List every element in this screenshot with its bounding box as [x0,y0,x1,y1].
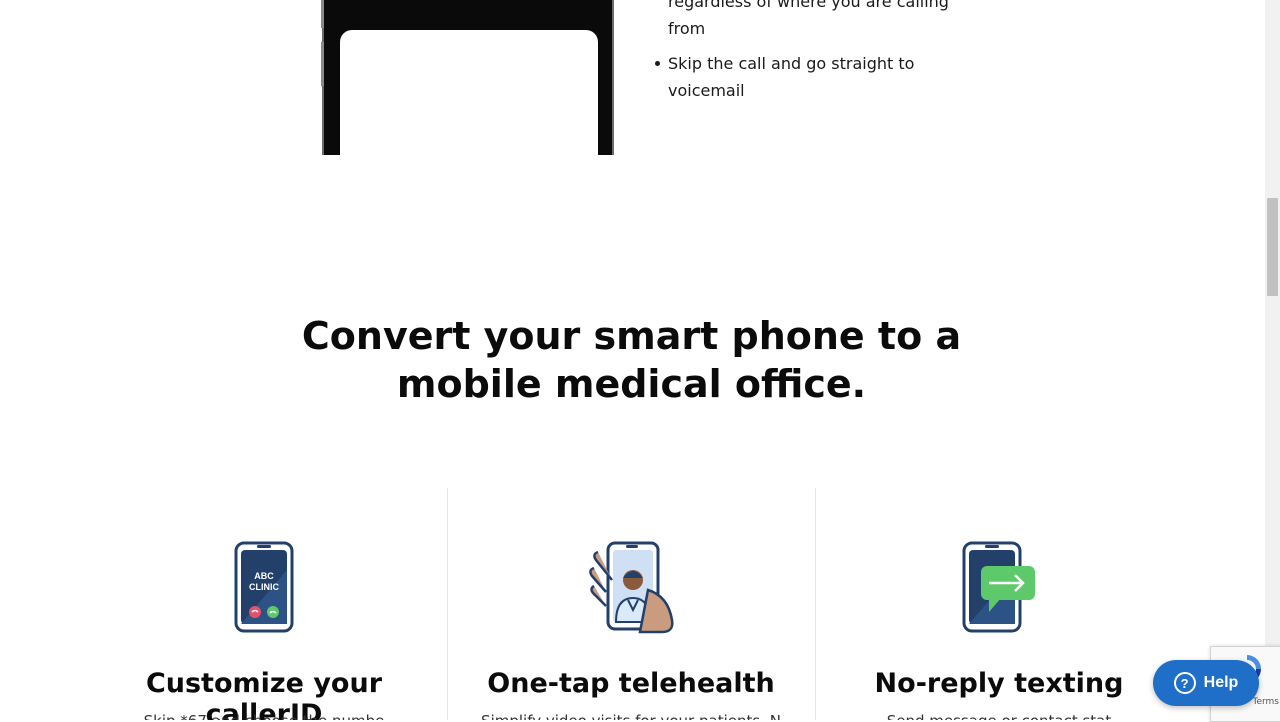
headline-line-1: Convert your smart phone to a [301,314,962,358]
feature-bullet: regardless of where you are calling from [668,0,968,42]
telehealth-phone-icon [589,541,674,634]
card-title: No-reply texting [874,668,1124,699]
texting-phone-icon [962,541,1035,633]
phone-side-button [321,0,324,28]
help-label: Help [1203,674,1239,691]
phone-side-button [321,42,324,86]
svg-text:CLINIC: CLINIC [249,582,279,592]
feature-bullet: Skip the call and go straight to voicema… [655,50,968,104]
headline-line-2: mobile medical office. [396,362,867,406]
card-description: Send message or contact stat [819,712,1179,720]
recaptcha-terms-link[interactable]: Terms [1252,697,1279,707]
phone-frame [322,0,614,170]
feature-bullet-text: regardless of where you are calling from [668,0,949,38]
feature-bullet-list: regardless of where you are calling from… [652,0,968,112]
card-description: Skip *67 and choose the numbe [84,712,444,720]
vertical-scrollbar[interactable] [1265,0,1280,720]
card-description: Simplify video visits for your patients.… [451,712,811,720]
feature-card-texting: No-reply texting Send message or contact… [819,540,1179,720]
question-icon: ? [1173,672,1196,694]
caller-id-phone-icon: ABC CLINIC [234,541,294,633]
card-title: One-tap telehealth [487,668,775,699]
scrollbar-thumb[interactable] [1267,198,1278,296]
phone-illustration [321,0,614,170]
phone-screen [340,30,598,170]
help-button[interactable]: ? Help [1153,660,1259,706]
column-divider [447,488,448,720]
feature-card-telehealth: One-tap telehealth Simplify video visits… [451,540,811,720]
page: regardless of where you are calling from… [0,0,1265,720]
feature-card-callerid: ABC CLINIC Customize your callerID Skip … [84,540,444,720]
svg-text:ABC: ABC [254,571,274,581]
section-headline: Convert your smart phone to a mobile med… [0,312,1263,408]
feature-bullet-text: Skip the call and go straight to voicema… [668,54,915,100]
column-divider [815,488,816,720]
